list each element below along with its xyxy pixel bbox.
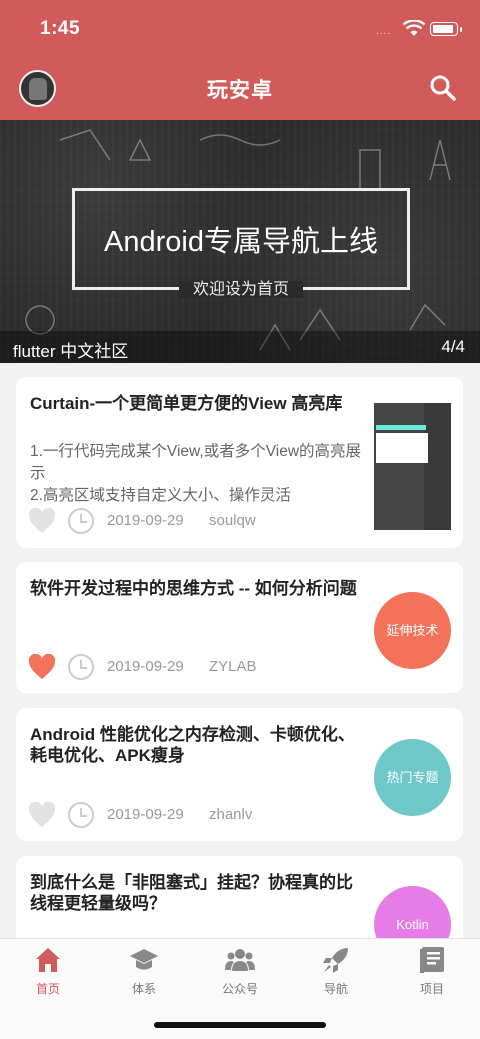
- article-desc-line: 2.高亮区域支持自定义大小、操作灵活: [30, 487, 291, 504]
- tab-navigation[interactable]: 导航: [288, 945, 384, 997]
- article-meta: 2019-09-29 zhanlv: [28, 802, 358, 830]
- article-date: 2019-09-29: [107, 806, 184, 823]
- article-date: 2019-09-29: [107, 658, 184, 675]
- article-card[interactable]: 软件开发过程中的思维方式 -- 如何分析问题 2019-09-29 ZYLAB …: [16, 562, 463, 693]
- heart-icon[interactable]: [28, 802, 56, 828]
- tab-label: 体系: [131, 982, 156, 996]
- banner-headline: Android专属导航上线: [104, 226, 378, 258]
- article-meta: 2019-09-29 ZYLAB: [28, 654, 358, 682]
- tab-label: 导航: [323, 982, 348, 996]
- heart-icon[interactable]: [28, 508, 56, 534]
- people-icon: [225, 949, 255, 971]
- tab-home[interactable]: 首页: [0, 945, 96, 997]
- page-title: 玩安卓: [207, 79, 273, 102]
- graduation-cap-icon: [130, 949, 158, 970]
- rocket-icon: [323, 948, 348, 973]
- banner-subtitle: 欢迎设为首页: [72, 275, 410, 299]
- banner-subtitle-text: 欢迎设为首页: [178, 281, 303, 298]
- tab-label: 项目: [419, 982, 444, 996]
- battery-icon: [430, 22, 462, 36]
- search-icon[interactable]: [428, 73, 458, 103]
- signal-icon: ....: [376, 26, 392, 37]
- banner-carousel[interactable]: Android专属导航上线 欢迎设为首页 flutter 中文社区 4/4: [0, 120, 480, 363]
- book-icon: [420, 947, 444, 973]
- tab-label: 公众号: [221, 982, 258, 996]
- banner-pager: 4/4: [441, 337, 465, 356]
- article-title: Curtain-一个更简单更方便的View 高亮库: [30, 394, 343, 413]
- article-title: Android 性能优化之内存检测、卡顿优化、耗电优化、APK瘦身: [30, 725, 355, 765]
- article-author: ZYLAB: [209, 658, 257, 675]
- tab-label: 首页: [35, 982, 60, 996]
- status-time: 1:45: [40, 18, 81, 39]
- wifi-icon: [403, 20, 425, 36]
- article-tag-badge[interactable]: 热门专题: [374, 739, 451, 816]
- home-icon: [36, 948, 60, 972]
- clock-icon: [68, 654, 94, 680]
- home-indicator: [154, 1022, 326, 1028]
- article-desc-line: 1.一行代码完成某个View,或者多个View的高亮展示: [30, 443, 362, 482]
- clock-icon: [68, 508, 94, 534]
- clock-icon: [68, 802, 94, 828]
- article-description: 1.一行代码完成某个View,或者多个View的高亮展示 2.高亮区域支持自定义…: [30, 441, 365, 507]
- article-thumbnail: [374, 403, 451, 530]
- article-tag-badge[interactable]: 延伸技术: [374, 592, 451, 669]
- article-card[interactable]: Android 性能优化之内存检测、卡顿优化、耗电优化、APK瘦身 2019-0…: [16, 708, 463, 841]
- tab-wechat[interactable]: 公众号: [192, 945, 288, 997]
- banner-caption-bar: flutter 中文社区 4/4: [0, 331, 480, 363]
- tab-system[interactable]: 体系: [96, 945, 192, 997]
- article-card[interactable]: Curtain-一个更简单更方便的View 高亮库 1.一行代码完成某个View…: [16, 377, 463, 548]
- article-author: zhanlv: [209, 806, 253, 823]
- tab-projects[interactable]: 项目: [384, 945, 480, 997]
- banner-caption: flutter 中文社区: [13, 342, 129, 361]
- article-date: 2019-09-29: [107, 512, 184, 529]
- article-title: 到底什么是「非阻塞式」挂起？协程真的比线程更轻量级吗？: [30, 873, 353, 913]
- app-bar: 玩安卓: [0, 60, 480, 120]
- status-bar: 1:45 ....: [0, 0, 480, 60]
- article-meta: 2019-09-29 soulqw: [28, 508, 358, 536]
- article-title: 软件开发过程中的思维方式 -- 如何分析问题: [30, 579, 357, 598]
- article-author: soulqw: [209, 512, 256, 529]
- heart-icon[interactable]: [28, 654, 56, 680]
